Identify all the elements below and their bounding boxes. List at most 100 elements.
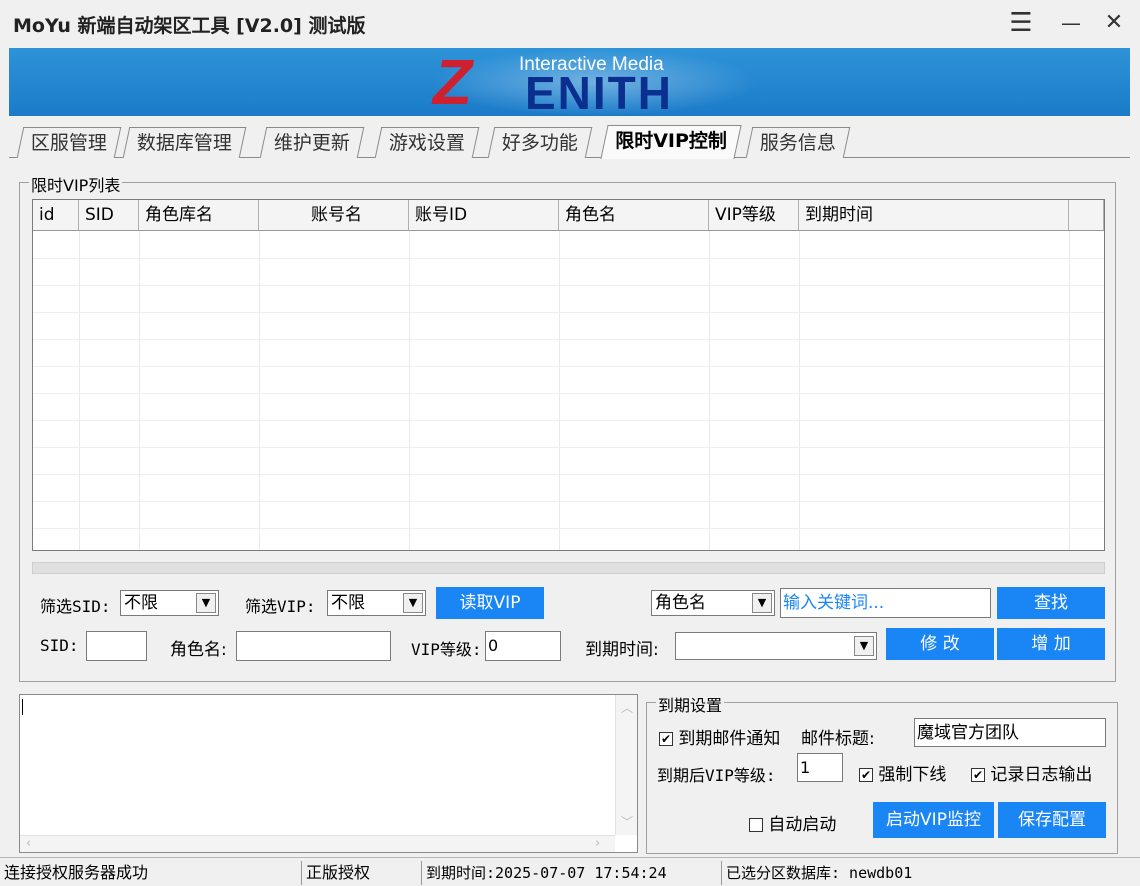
read-vip-button[interactable]: 读取VIP bbox=[436, 587, 544, 619]
text-cursor bbox=[22, 699, 23, 715]
grid-line bbox=[33, 339, 1104, 340]
grid-line bbox=[33, 285, 1104, 286]
minimize-icon[interactable]: — bbox=[1054, 6, 1088, 40]
scroll-up-icon[interactable]: ︿ bbox=[621, 699, 633, 716]
search-input[interactable]: 输入关键词... bbox=[780, 588, 991, 618]
checkbox-unchecked-icon bbox=[749, 818, 763, 832]
dropdown-arrow-icon: ▼ bbox=[752, 593, 772, 613]
filter-sid-value: 不限 bbox=[124, 593, 158, 613]
grid-line bbox=[33, 501, 1104, 502]
expire-time-picker[interactable]: ▼ bbox=[675, 632, 877, 660]
grid-line bbox=[33, 366, 1104, 367]
tab-label: 服务信息 bbox=[759, 132, 836, 154]
grid-line bbox=[409, 231, 410, 550]
force-offline-checkbox[interactable]: ✔ 强制下线 bbox=[859, 760, 946, 785]
status-database: 已选分区数据库: newdb01 bbox=[726, 864, 913, 882]
grid-line bbox=[33, 474, 1104, 475]
tab-database-management[interactable]: 数据库管理 bbox=[122, 127, 247, 158]
status-bar: 连接授权服务器成功 正版授权 到期时间:2025-07-07 17:54:24 … bbox=[0, 857, 1140, 886]
log-vertical-scrollbar[interactable]: ︿ ﹀ bbox=[615, 695, 637, 835]
column-header[interactable]: 角色库名 bbox=[139, 200, 259, 231]
column-header[interactable]: 到期时间 bbox=[799, 200, 1069, 231]
grid-line bbox=[79, 231, 80, 550]
auto-start-checkbox[interactable]: 自动启动 bbox=[749, 810, 836, 835]
role-name-input[interactable] bbox=[236, 631, 391, 661]
vip-level-input[interactable]: 0 bbox=[485, 631, 561, 661]
table-horizontal-scrollbar[interactable] bbox=[32, 562, 1105, 574]
grid-line bbox=[139, 231, 140, 550]
status-expire: 到期时间:2025-07-07 17:54:24 bbox=[422, 861, 722, 885]
scroll-right-icon[interactable]: › bbox=[595, 836, 600, 851]
dropdown-arrow-icon: ▼ bbox=[403, 593, 423, 613]
save-config-button[interactable]: 保存配置 bbox=[998, 802, 1106, 838]
grid-line bbox=[33, 420, 1104, 421]
scroll-left-icon[interactable]: ‹ bbox=[26, 836, 31, 851]
column-header[interactable]: 角色名 bbox=[559, 200, 709, 231]
menu-icon[interactable]: ☰ bbox=[1004, 6, 1038, 40]
grid-line bbox=[33, 528, 1104, 529]
filter-vip-label: 筛选VIP: bbox=[245, 597, 316, 616]
tab-label: 限时VIP控制 bbox=[615, 130, 727, 152]
window-title: MoYu 新端自动架区工具 [V2.0] 测试版 bbox=[13, 15, 366, 37]
tab-game-settings[interactable]: 游戏设置 bbox=[374, 127, 480, 158]
tab-more-features[interactable]: 好多功能 bbox=[487, 127, 593, 158]
filter-vip-select[interactable]: 不限 ▼ bbox=[327, 590, 426, 616]
column-header-filler bbox=[1069, 200, 1104, 231]
tab-service-info[interactable]: 服务信息 bbox=[745, 127, 851, 158]
tab-server-management[interactable]: 区服管理 bbox=[16, 127, 122, 158]
grid-line bbox=[709, 231, 710, 550]
grid-line bbox=[559, 231, 560, 550]
status-license: 正版授权 bbox=[302, 861, 422, 885]
column-header[interactable]: 账号名 bbox=[259, 200, 409, 231]
log-horizontal-scrollbar[interactable]: ‹ › bbox=[20, 835, 615, 852]
filter-vip-value: 不限 bbox=[331, 593, 365, 613]
checkbox-checked-icon: ✔ bbox=[859, 768, 873, 782]
column-header[interactable]: VIP等级 bbox=[709, 200, 799, 231]
tab-label: 好多功能 bbox=[501, 132, 578, 154]
modify-button[interactable]: 修 改 bbox=[886, 628, 994, 660]
column-header[interactable]: id bbox=[33, 200, 79, 231]
grid-line bbox=[799, 231, 800, 550]
mail-notify-checkbox[interactable]: ✔ 到期邮件通知 bbox=[659, 724, 780, 749]
log-output-checkbox[interactable]: ✔ 记录日志输出 bbox=[971, 760, 1092, 785]
sid-input[interactable] bbox=[86, 631, 147, 661]
dropdown-arrow-icon: ▼ bbox=[854, 636, 874, 656]
scroll-down-icon[interactable]: ﹀ bbox=[621, 813, 633, 830]
find-button[interactable]: 查找 bbox=[997, 587, 1105, 619]
grid-line bbox=[33, 258, 1104, 259]
close-icon[interactable]: ✕ bbox=[1097, 6, 1131, 40]
checkbox-checked-icon: ✔ bbox=[971, 768, 985, 782]
force-offline-label: 强制下线 bbox=[878, 765, 947, 785]
log-output[interactable]: ︿ ﹀ ‹ › bbox=[19, 694, 638, 853]
after-vip-input[interactable]: 1 bbox=[797, 753, 843, 782]
column-header[interactable]: SID bbox=[79, 200, 139, 231]
log-output-label: 记录日志输出 bbox=[990, 765, 1093, 785]
search-field-select[interactable]: 角色名 ▼ bbox=[651, 590, 775, 616]
mail-title-label: 邮件标题: bbox=[801, 729, 875, 749]
tab-label: 数据库管理 bbox=[136, 132, 232, 154]
auto-start-label: 自动启动 bbox=[768, 815, 837, 835]
tab-vip-control[interactable]: 限时VIP控制 bbox=[600, 125, 742, 159]
mail-notify-label: 到期邮件通知 bbox=[678, 729, 781, 749]
tab-maintenance-update[interactable]: 维护更新 bbox=[259, 127, 365, 158]
vip-table[interactable]: id SID 角色库名 账号名 账号ID 角色名 VIP等级 到期时间 bbox=[32, 199, 1105, 551]
after-vip-label: 到期后VIP等级: bbox=[657, 766, 776, 785]
logo-z: Z bbox=[433, 48, 473, 116]
tab-label: 维护更新 bbox=[273, 132, 350, 154]
filter-sid-select[interactable]: 不限 ▼ bbox=[120, 590, 219, 616]
dropdown-arrow-icon: ▼ bbox=[196, 593, 216, 613]
grid-line bbox=[259, 231, 260, 550]
grid-line bbox=[33, 393, 1104, 394]
mail-title-input[interactable]: 魔域官方团队 bbox=[914, 718, 1106, 747]
tab-label: 游戏设置 bbox=[388, 132, 465, 154]
start-vip-monitor-button[interactable]: 启动VIP监控 bbox=[873, 802, 994, 838]
grid-line bbox=[33, 312, 1104, 313]
search-field-value: 角色名 bbox=[655, 593, 706, 613]
banner: Z Interactive Media ENITH bbox=[9, 48, 1130, 116]
status-connection: 连接授权服务器成功 bbox=[0, 861, 302, 885]
logo-text: ENITH bbox=[525, 67, 673, 116]
column-header[interactable]: 账号ID bbox=[409, 200, 559, 231]
add-button[interactable]: 增 加 bbox=[997, 628, 1105, 660]
role-name-label: 角色名: bbox=[170, 640, 227, 660]
expire-time-label: 到期时间: bbox=[585, 640, 659, 660]
